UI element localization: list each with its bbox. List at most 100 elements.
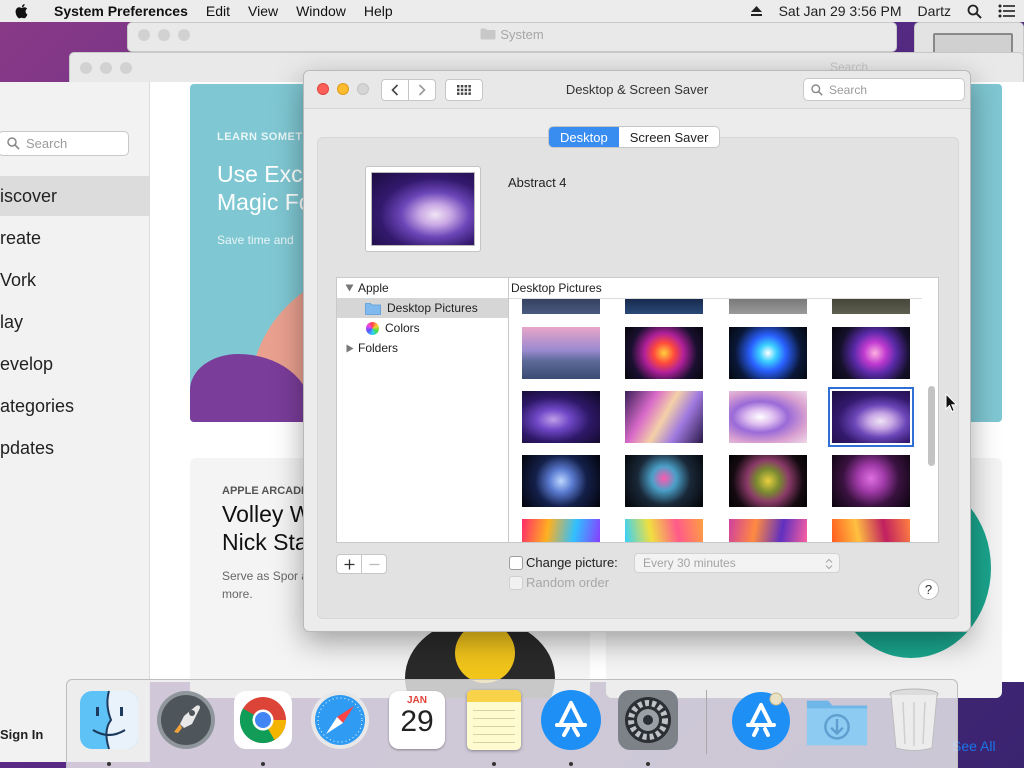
wallpaper-thumbnail[interactable] <box>625 391 703 443</box>
finder-icon[interactable] <box>77 688 141 752</box>
menu-app-name[interactable]: System Preferences <box>44 3 197 19</box>
app-store-sidebar: Search iscover reate Vork lay evelop ate… <box>0 82 150 762</box>
plus-icon <box>344 559 354 569</box>
calendar-day: 29 <box>400 705 434 738</box>
wallpaper-thumbnail[interactable] <box>729 391 807 443</box>
source-item-label: Colors <box>385 321 420 335</box>
menu-help[interactable]: Help <box>355 3 402 19</box>
dock: JAN 29 <box>66 679 958 768</box>
menu-window[interactable]: Window <box>287 3 355 19</box>
notes-icon[interactable] <box>462 688 526 752</box>
source-item-colors[interactable]: Colors <box>337 318 508 338</box>
sidebar-item-develop[interactable]: evelop <box>0 344 149 384</box>
source-group-folders[interactable]: Folders <box>337 338 508 358</box>
folder-icon <box>365 302 381 315</box>
sidebar-item-discover[interactable]: iscover <box>0 176 149 216</box>
menu-user[interactable]: Dartz <box>910 3 959 19</box>
calendar-icon[interactable]: JAN 29 <box>385 688 449 752</box>
wallpaper-thumbnail[interactable] <box>522 455 600 507</box>
wallpaper-preview-image <box>371 172 475 246</box>
see-all-link[interactable]: See All <box>952 738 996 754</box>
spotlight-icon[interactable] <box>959 4 990 19</box>
source-item-label: Desktop Pictures <box>387 301 478 315</box>
random-order-label: Random order <box>526 575 610 590</box>
mouse-pointer-icon <box>945 393 958 413</box>
help-button[interactable]: ? <box>918 579 939 600</box>
change-picture-checkbox[interactable] <box>509 556 523 570</box>
prefs-search-field[interactable]: Search <box>803 78 965 101</box>
popup-arrows-icon <box>825 558 833 570</box>
wallpaper-thumbnail[interactable] <box>832 455 910 507</box>
system-preferences-icon[interactable] <box>616 688 680 752</box>
sidebar-item-updates[interactable]: pdates <box>0 428 149 468</box>
tab-screen-saver[interactable]: Screen Saver <box>619 127 720 147</box>
grid-scrollbar[interactable] <box>928 386 935 466</box>
menu-clock[interactable]: Sat Jan 29 3:56 PM <box>771 3 910 19</box>
apple-menu-icon[interactable] <box>0 3 44 19</box>
source-group-label: Folders <box>358 341 399 355</box>
running-indicator <box>569 762 573 766</box>
sidebar-item-create[interactable]: reate <box>0 218 149 258</box>
dock-separator <box>706 690 707 754</box>
wallpaper-thumbnail[interactable] <box>729 519 807 542</box>
app-store-downloads-icon[interactable] <box>729 688 793 752</box>
wallpaper-thumbnail[interactable] <box>625 455 703 507</box>
disclosure-open-icon <box>345 284 354 292</box>
sidebar-item-play[interactable]: lay <box>0 302 149 342</box>
tab-desktop[interactable]: Desktop <box>549 127 619 147</box>
window-titlebar: Desktop & Screen Saver Search <box>304 71 970 109</box>
launchpad-icon[interactable] <box>154 688 218 752</box>
notification-center-icon[interactable] <box>990 4 1024 18</box>
eject-icon[interactable] <box>742 5 771 17</box>
wallpaper-grid: Desktop Pictures <box>508 277 939 543</box>
wallpaper-source-list: Apple Desktop Pictures Colors Folders <box>336 277 508 543</box>
source-group-label: Apple <box>358 281 389 295</box>
wallpaper-thumbnail[interactable] <box>832 327 910 379</box>
running-indicator <box>492 762 496 766</box>
app-store-icon[interactable] <box>539 688 603 752</box>
source-group-apple[interactable]: Apple <box>337 278 508 298</box>
wallpaper-thumbnail[interactable] <box>729 455 807 507</box>
window-controls <box>80 62 132 74</box>
wallpaper-thumbnail[interactable] <box>522 519 600 542</box>
minus-icon <box>369 563 379 565</box>
store-search-field[interactable]: Search <box>0 131 129 156</box>
wallpaper-thumbnail[interactable] <box>522 391 600 443</box>
downloads-folder-icon[interactable] <box>805 688 869 752</box>
menu-view[interactable]: View <box>239 3 287 19</box>
search-icon <box>7 137 20 150</box>
prefs-search-placeholder: Search <box>829 82 868 97</box>
remove-folder-button <box>361 554 387 574</box>
trash-icon[interactable] <box>882 688 946 752</box>
hero-kicker: LEARN SOMETH <box>217 131 311 143</box>
wallpaper-thumbnail[interactable] <box>625 519 703 542</box>
source-item-desktop-pictures[interactable]: Desktop Pictures <box>337 298 508 318</box>
wallpaper-name: Abstract 4 <box>508 175 567 190</box>
wallpaper-preview <box>365 166 481 252</box>
add-folder-button[interactable] <box>336 554 362 574</box>
running-indicator <box>646 762 650 766</box>
sidebar-item-work[interactable]: Vork <box>0 260 149 300</box>
wallpaper-thumbnail[interactable] <box>729 327 807 379</box>
background-window-title: System <box>128 23 896 45</box>
grid-header: Desktop Pictures <box>509 278 922 299</box>
menu-edit[interactable]: Edit <box>197 3 239 19</box>
interval-value: Every 30 minutes <box>643 556 736 570</box>
running-indicator <box>261 762 265 766</box>
change-picture-label: Change picture: <box>526 555 618 570</box>
wallpaper-thumbnail-selected[interactable] <box>828 387 914 447</box>
sign-in-button[interactable]: Sign In <box>0 727 43 742</box>
change-interval-popup: Every 30 minutes <box>634 553 840 573</box>
tab-switcher: Desktop Screen Saver <box>548 126 721 148</box>
wallpaper-thumbnail[interactable] <box>625 327 703 379</box>
disclosure-closed-icon <box>346 344 354 352</box>
wallpaper-thumbnail[interactable] <box>522 327 600 379</box>
color-wheel-icon <box>366 321 379 335</box>
random-order-checkbox <box>509 576 523 590</box>
safari-icon[interactable] <box>308 688 372 752</box>
wallpaper-thumbnail[interactable] <box>832 519 910 542</box>
menu-bar: System Preferences Edit View Window Help… <box>0 0 1024 22</box>
sidebar-item-categories[interactable]: ategories <box>0 386 149 426</box>
card-kicker: APPLE ARCADE <box>222 485 309 497</box>
chrome-icon[interactable] <box>231 688 295 752</box>
